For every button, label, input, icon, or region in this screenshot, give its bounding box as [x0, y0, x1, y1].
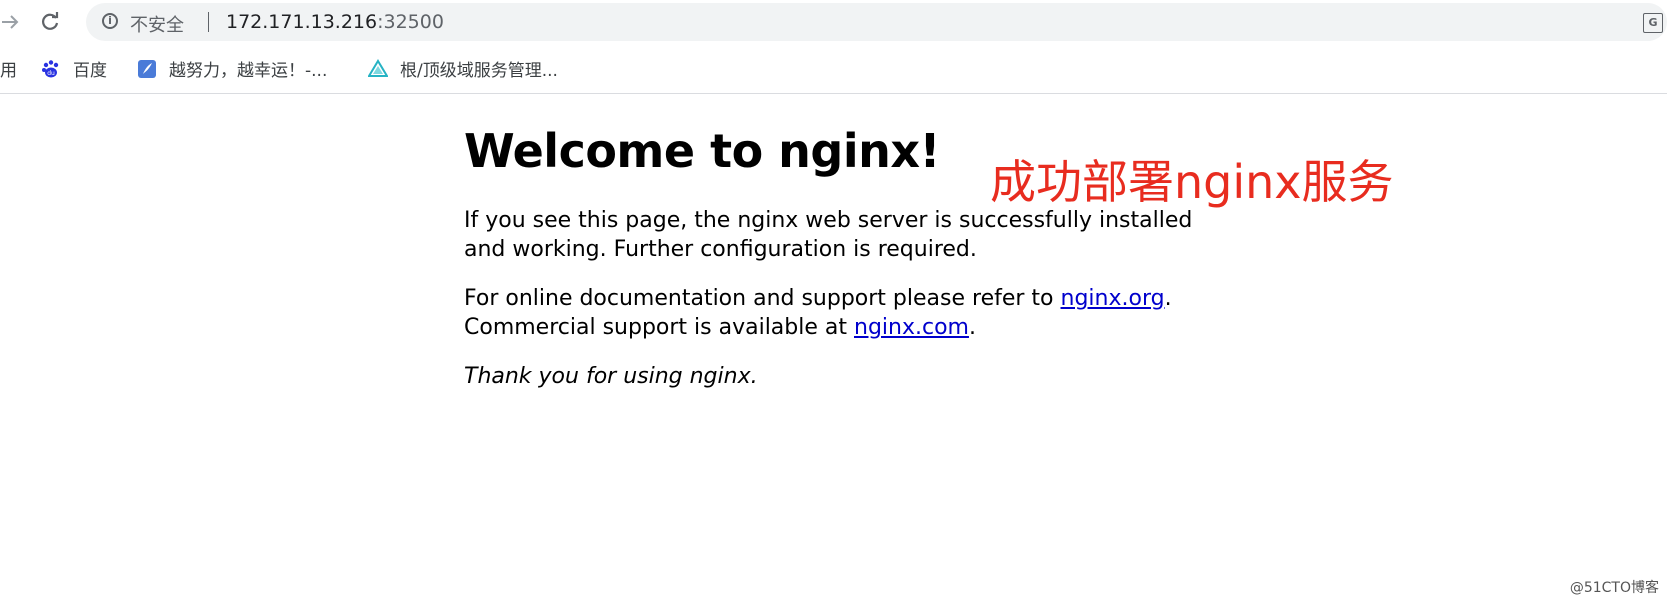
- translate-icon[interactable]: G: [1643, 13, 1663, 33]
- baidu-paw-icon: du: [42, 59, 59, 77]
- feather-icon: [138, 59, 156, 78]
- reload-svg: [42, 12, 59, 30]
- thanks-paragraph: Thank you for using nginx.: [464, 364, 758, 389]
- page-title: Welcome to nginx!: [464, 124, 941, 178]
- nginx-org-link[interactable]: nginx.org: [1061, 286, 1165, 311]
- url-port: :32500: [377, 11, 444, 33]
- triangle-logo-icon: [368, 58, 388, 77]
- address-bar[interactable]: i 不安全 172.171.13.216:32500 G: [86, 3, 1667, 41]
- bookmarks-bar: 用 du 百度 越努力，越幸运！-... 根/顶级域服务管理...: [0, 44, 1667, 94]
- bookmark-domain[interactable]: 根/顶级域服务管理...: [368, 56, 558, 81]
- bookmark-apps[interactable]: 用: [0, 56, 17, 81]
- watermark: @51CTO博客: [1569, 580, 1659, 596]
- address-separator: [208, 12, 209, 32]
- forward-arrow-svg: [2, 15, 19, 29]
- bookmark-domain-label: 根/顶级域服务管理...: [400, 61, 558, 81]
- bookmark-blog-label: 越努力，越幸运！-...: [169, 61, 328, 81]
- support-text: For online documentation and support ple…: [464, 286, 1061, 311]
- forward-arrow-icon[interactable]: [0, 8, 24, 36]
- intro-paragraph: If you see this page, the nginx web serv…: [464, 208, 1193, 262]
- nginx-com-link[interactable]: nginx.com: [854, 315, 969, 340]
- security-label[interactable]: 不安全: [130, 11, 184, 37]
- browser-toolbar: i 不安全 172.171.13.216:32500 G: [0, 0, 1667, 44]
- reload-icon[interactable]: [36, 8, 64, 36]
- red-annotation: 成功部署nginx服务: [990, 155, 1394, 209]
- url-text[interactable]: 172.171.13.216:32500: [226, 11, 444, 33]
- support-paragraph: For online documentation and support ple…: [464, 284, 1224, 342]
- bookmark-baidu[interactable]: du 百度: [41, 56, 107, 81]
- bookmark-apps-label: 用: [0, 61, 17, 81]
- support-period: .: [1164, 286, 1172, 311]
- info-icon[interactable]: i: [102, 13, 118, 29]
- bookmark-blog[interactable]: 越努力，越幸运！-...: [137, 56, 327, 81]
- bookmark-baidu-label: 百度: [73, 61, 107, 81]
- commercial-period: .: [968, 315, 976, 340]
- commercial-text: Commercial support is available at: [464, 315, 854, 340]
- page-content: Welcome to nginx! 成功部署nginx服务 If you see…: [0, 94, 1667, 605]
- url-host: 172.171.13.216: [226, 11, 378, 33]
- svg-text:du: du: [47, 70, 55, 77]
